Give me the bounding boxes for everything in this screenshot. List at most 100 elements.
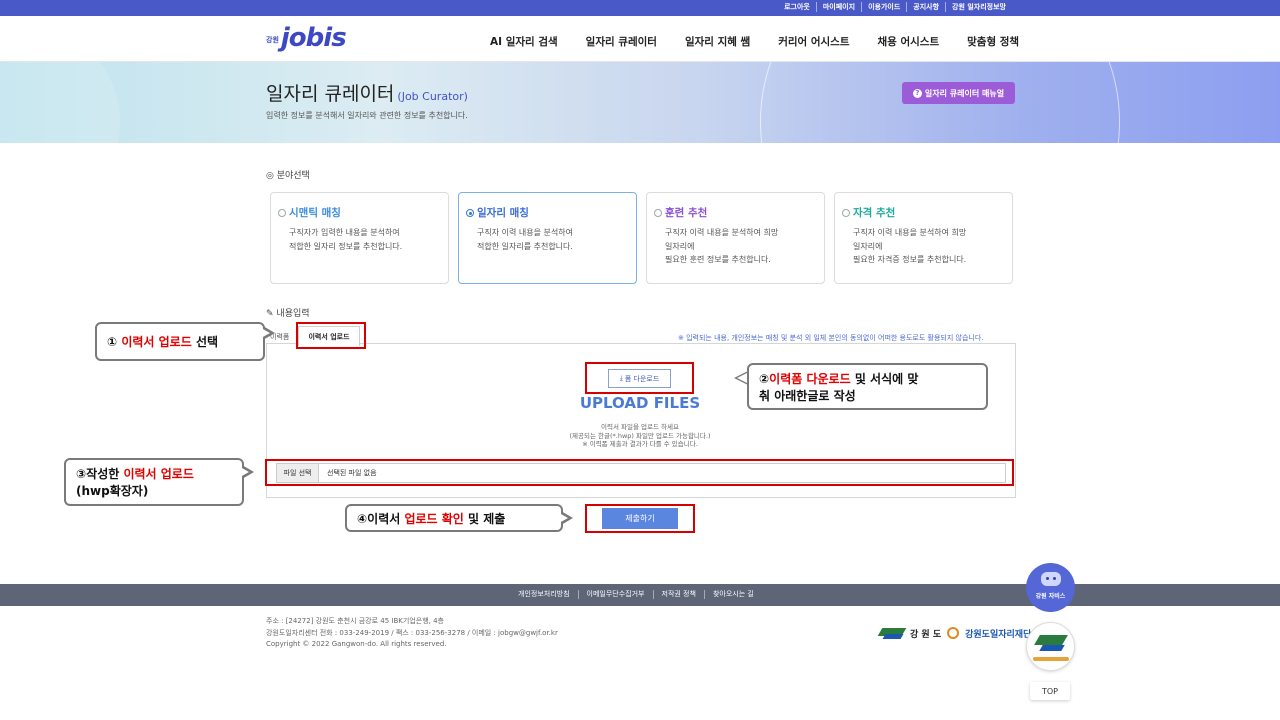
highlight-form-download xyxy=(585,362,694,394)
callout-step1-arrow xyxy=(261,326,275,340)
callout-step2: ②이력폼 다운로드 및 서식에 맞 춰 아래한글로 작성 xyxy=(747,363,988,410)
page-description: 입력한 정보를 분석해서 일자리와 관련한 정보를 추천합니다. xyxy=(266,111,468,120)
callout-step3: ③작성한 이력서 업로드 (hwp확장자) xyxy=(64,458,244,506)
content-input-label: ✎ 내용입력 xyxy=(266,306,310,319)
callout-prefix: ① xyxy=(107,335,122,349)
callout-text: ① 이력서 업로드 선택 xyxy=(107,333,253,350)
callout-prefix: ③작성한 xyxy=(76,467,124,481)
page-banner: 일자리 큐레이터 (Job Curator) 입력한 정보를 분석해서 일자리와 … xyxy=(0,62,1280,143)
job-portal-link[interactable]: 강원 일자리정보망 xyxy=(945,2,1012,12)
card-training-recommend[interactable]: 훈련 추천 구직자 이력 내용을 분석하여 희망 일자리에 필요한 훈련 정보를… xyxy=(646,192,825,284)
callout-highlight: 이력폼 다운로드 xyxy=(769,371,851,386)
callout-step2-arrow xyxy=(734,371,748,385)
contact-line: 강원도일자리센터 전화 : 033-249-2019 / 팩스 : 033-25… xyxy=(266,628,558,637)
emblem-mark-blue xyxy=(1039,645,1065,651)
callout-text: ②이력폼 다운로드 및 서식에 맞 xyxy=(759,370,976,387)
emblem-mark-gold xyxy=(1033,657,1069,661)
radio-semantic[interactable] xyxy=(278,209,286,217)
callout-line2: 춰 아래한글로 작성 xyxy=(759,388,856,403)
manual-button[interactable]: ? 일자리 큐레이터 매뉴얼 xyxy=(902,82,1015,104)
logo-region: 강원 xyxy=(266,36,279,44)
main-nav: AI 일자리 검색 일자리 큐레이터 일자리 지혜 쌤 커리어 어시스트 채용 … xyxy=(490,34,1047,49)
logout-link[interactable]: 로그아웃 xyxy=(778,2,816,12)
field-select-label: ◎ 분야선택 xyxy=(266,171,310,181)
nav-job-wisdom[interactable]: 일자리 지혜 쌤 xyxy=(685,34,750,49)
callout-prefix: ② xyxy=(759,371,770,386)
card-title: 훈련 추천 xyxy=(665,207,708,219)
card-title: 자격 추천 xyxy=(853,207,896,219)
callout-suffix: 선택 xyxy=(191,335,219,349)
upload-info-line: ※ 이력폼 제출과 결과가 다를 수 있습니다. xyxy=(582,440,698,448)
callout-suffix: 및 서식에 맞 xyxy=(850,371,919,386)
emblem-button[interactable] xyxy=(1026,622,1075,671)
highlight-upload-tab xyxy=(296,322,366,349)
card-desc: 구직자가 입력한 내용을 분석하여 적합한 일자리 정보를 추천합니다. xyxy=(289,228,403,251)
notice-link[interactable]: 공지사항 xyxy=(906,2,945,12)
callout-prefix: ④이력서 xyxy=(357,511,405,526)
content-input-label-text: 내용입력 xyxy=(276,309,310,319)
callout-step4: ④이력서 업로드 확인 및 제출 xyxy=(345,504,563,532)
email-refusal-link[interactable]: 이메일무단수집거부 xyxy=(577,590,653,599)
card-license-recommend[interactable]: 자격 추천 구직자 이력 내용을 분석하여 희망 일자리에 필요한 자격증 정보… xyxy=(834,192,1013,284)
gangwon-logo-icon xyxy=(880,625,904,641)
nav-ai-job-search[interactable]: AI 일자리 검색 xyxy=(490,34,558,49)
chatbot-button[interactable]: 강원 자비스 xyxy=(1026,563,1075,612)
radio-job-matching[interactable] xyxy=(466,209,474,217)
footer-links: 개인정보처리방침 이메일무단수집거부 저작권 정책 찾아오시는 길 xyxy=(510,590,762,599)
callout-step3-arrow xyxy=(240,465,254,479)
upload-info: 이력서 파일을 업로드 하세요 (제공되는 한글(*.hwp) 파일만 업로드 … xyxy=(520,423,760,449)
site-logo[interactable]: 강원 jobis xyxy=(266,23,347,53)
card-job-matching[interactable]: 일자리 매칭 구직자 이력 내용을 분석하여 적합한 일자리를 추천합니다. xyxy=(458,192,637,284)
emblem-mark-green xyxy=(1034,635,1068,645)
directions-link[interactable]: 찾아오시는 길 xyxy=(703,590,762,599)
callout-line2: (hwp확장자) xyxy=(76,484,149,498)
highlight-file-input xyxy=(265,459,1014,486)
callout-text: ③작성한 이력서 업로드 xyxy=(76,465,232,482)
top-utility-bar: 로그아웃 마이페이지 이용가이드 공지사항 강원 일자리정보망 xyxy=(0,0,1280,16)
radio-training[interactable] xyxy=(654,209,662,217)
address-line: 주소 : [24272] 강원도 춘천시 금강로 45 IBK기업은행, 4층 xyxy=(266,617,444,625)
copyright-line: Copyright © 2022 Gangwon-do. All rights … xyxy=(266,640,447,648)
callout-step4-arrow xyxy=(559,511,573,525)
nav-job-curator[interactable]: 일자리 큐레이터 xyxy=(586,34,657,49)
upload-title: UPLOAD FILES xyxy=(579,394,701,412)
card-desc: 구직자 이력 내용을 분석하여 적합한 일자리를 추천합니다. xyxy=(477,228,573,251)
foundation-logo-icon xyxy=(947,627,960,639)
logo-wordmark: jobis xyxy=(280,23,347,53)
footer-bar: 개인정보처리방침 이메일무단수집거부 저작권 정책 찾아오시는 길 xyxy=(0,584,1280,606)
chatbot-label: 강원 자비스 xyxy=(1035,593,1066,600)
highlight-submit xyxy=(585,504,695,533)
utility-links: 로그아웃 마이페이지 이용가이드 공지사항 강원 일자리정보망 xyxy=(778,2,1012,12)
manual-button-label: 일자리 큐레이터 매뉴얼 xyxy=(924,88,1005,98)
callout-highlight: 업로드 확인 xyxy=(404,511,464,526)
page-title-text: 일자리 큐레이터 xyxy=(266,83,395,105)
site-header: 강원 jobis AI 일자리 검색 일자리 큐레이터 일자리 지혜 쌤 커리어… xyxy=(0,16,1280,62)
callout-highlight: 이력서 업로드 xyxy=(121,335,192,349)
nav-career-assist[interactable]: 커리어 어시스트 xyxy=(778,34,849,49)
guide-link[interactable]: 이용가이드 xyxy=(861,2,906,12)
field-select-label-text: 분야선택 xyxy=(276,171,310,181)
nav-custom-policy[interactable]: 맞춤형 정책 xyxy=(967,34,1019,49)
card-semantic-matching[interactable]: 시맨틱 매칭 구직자가 입력한 내용을 분석하여 적합한 일자리 정보를 추천합… xyxy=(270,192,449,284)
copyright-policy-link[interactable]: 저작권 정책 xyxy=(652,590,704,599)
card-title: 일자리 매칭 xyxy=(477,207,529,219)
mypage-link[interactable]: 마이페이지 xyxy=(815,2,861,12)
nav-hiring-assist[interactable]: 채용 어시스트 xyxy=(878,34,940,49)
upload-info-line: 이력서 파일을 업로드 하세요 xyxy=(601,423,679,431)
upload-info-line: (제공되는 한글(*.hwp) 파일만 업로드 가능합니다.) xyxy=(569,431,711,440)
card-desc: 구직자 이력 내용을 분석하여 희망 일자리에 필요한 자격증 정보를 추천합니… xyxy=(853,228,967,264)
callout-suffix: 및 제출 xyxy=(463,511,506,526)
footer-logos: 강 원 도 강원도일자리재단 xyxy=(880,625,1031,641)
privacy-policy-link[interactable]: 개인정보처리방침 xyxy=(510,590,578,599)
card-title: 시맨틱 매칭 xyxy=(289,207,341,219)
footer-address: 주소 : [24272] 강원도 춘천시 금강로 45 IBK기업은행, 4층 … xyxy=(266,616,558,651)
callout-text: ④이력서 업로드 확인 및 제출 xyxy=(357,510,551,527)
page-title: 일자리 큐레이터 (Job Curator) xyxy=(266,79,468,106)
scroll-top-button[interactable]: TOP xyxy=(1030,682,1070,700)
privacy-notice: ※ 입력되는 내용, 개인정보는 매칭 및 분석 외 일체 본인의 동의없이 어… xyxy=(678,334,984,342)
callout-step1: ① 이력서 업로드 선택 xyxy=(95,322,265,361)
card-desc: 구직자 이력 내용을 분석하여 희망 일자리에 필요한 훈련 정보를 추천합니다… xyxy=(665,228,779,264)
question-icon: ? xyxy=(912,88,922,98)
robot-icon xyxy=(1040,572,1061,586)
radio-license[interactable] xyxy=(842,209,850,217)
